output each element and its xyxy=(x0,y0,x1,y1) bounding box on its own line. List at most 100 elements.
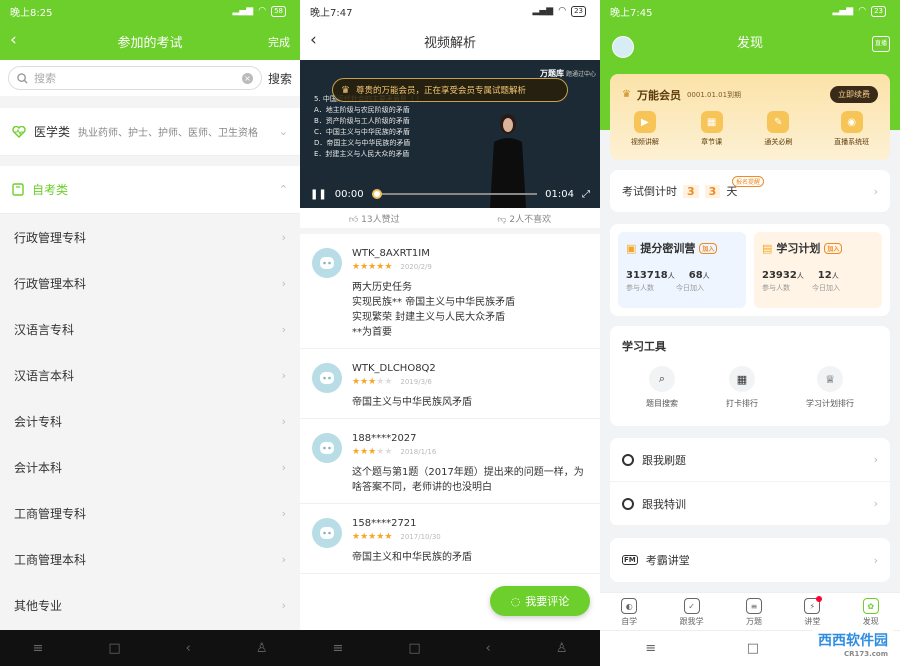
tool-icon: ♕ xyxy=(817,366,843,392)
signup-reminder-badge[interactable]: 报名提醒 xyxy=(732,176,765,187)
star-icon: ★ xyxy=(352,447,361,457)
major-item-label: 会计专科 xyxy=(14,414,63,429)
home-icon[interactable]: □ xyxy=(408,641,420,656)
back-icon[interactable]: ‹ xyxy=(310,31,317,49)
tab-item[interactable]: ✓ 跟我学 xyxy=(680,598,704,627)
back-sys-icon[interactable]: ‹ xyxy=(486,641,491,656)
comment-body: WTK_8AXRT1IM ★★★★★ 2020/2/9 两大历史任务 实现民族** 帝… xyxy=(352,248,588,340)
option-text: C．中国主义与中华民族的矛盾 xyxy=(314,128,410,136)
join-badge: 加入 xyxy=(824,242,843,254)
tab-label: 万题 xyxy=(745,617,762,626)
crown-icon: ♛ xyxy=(622,89,631,100)
avatar[interactable] xyxy=(312,518,342,548)
fullscreen-icon[interactable]: ⤢ xyxy=(582,189,590,200)
search-bar: 搜索 × 搜索 xyxy=(0,60,300,96)
renew-button[interactable]: 立即续费 xyxy=(830,86,878,103)
vip-benefit-item[interactable]: ◉ 直播系统班 xyxy=(834,111,869,147)
menu-icon[interactable]: ≡ xyxy=(32,641,43,656)
vip-benefit-item[interactable]: ✎ 通关必刷 xyxy=(764,111,792,147)
back-icon[interactable]: ‹ xyxy=(10,31,17,49)
avatar[interactable] xyxy=(312,363,342,393)
major-item[interactable]: 工商管理本科 › xyxy=(0,536,300,582)
category-selfstudy[interactable]: 自考类 ⌃ xyxy=(0,166,300,214)
live-icon[interactable]: 直播 xyxy=(872,36,890,52)
tab-label: 跟我学 xyxy=(679,617,704,626)
chevron-right-icon: › xyxy=(281,598,286,612)
comment-item: WTK_8AXRT1IM ★★★★★ 2020/2/9 两大历史任务 实现民族** 帝… xyxy=(300,234,600,349)
tab-bar: ◐ 自学 ✓ 跟我学 ≡ 万题 ⚡ 讲堂 ✿ 发现 xyxy=(600,592,900,632)
done-button[interactable]: 完成 xyxy=(268,34,290,50)
vip-card[interactable]: ♛ 万能会员 0001.01.01到期 立即续费 ▶ 视频讲解 ▦ 章节课 ✎ 通关必刷 ◉… xyxy=(610,74,890,160)
category-medical-title: 医学类 xyxy=(34,125,71,139)
star-icon: ★ xyxy=(352,262,361,272)
thumbs-up-icon: 👍︎ xyxy=(348,214,359,225)
plan-card[interactable]: ▤ 学习计划 加入 23932人 12人 参与人数 今日加入 xyxy=(754,232,882,308)
write-comment-button[interactable]: ◌ 我要评论 xyxy=(490,586,590,616)
camp-title: 提分密训营 xyxy=(640,242,696,255)
vip-title: 万能会员 xyxy=(636,88,681,102)
like-button[interactable]: 👍︎ 13人赞过 xyxy=(349,212,400,225)
comment-text: 两大历史任务 实现民族** 帝国主义与中华民族矛盾 实现繁荣 封建主义与人民大众… xyxy=(352,282,516,338)
progress-handle[interactable] xyxy=(371,189,382,199)
tool-item[interactable]: ▦ 打卡排行 xyxy=(726,366,758,409)
follow-row[interactable]: 跟我刷题 › xyxy=(610,438,890,482)
home-icon[interactable]: □ xyxy=(747,641,759,656)
tab-item[interactable]: ◐ 自学 xyxy=(621,598,638,627)
exam-countdown[interactable]: 考试倒计时 3 3 天 报名提醒 › xyxy=(610,170,890,212)
camp-card[interactable]: ▣ 提分密训营 加入 313718人 68人 参与人数 今日加入 xyxy=(618,232,746,308)
benefit-label: 视频讲解 xyxy=(630,138,659,146)
comment-item: 158****2721 ★★★★★ 2017/10/30 帝国主义和中华民族的矛盾 xyxy=(300,504,600,574)
major-item[interactable]: 工商管理专科 › xyxy=(0,490,300,536)
wifi-icon: ◠ xyxy=(558,6,567,16)
clear-icon[interactable]: × xyxy=(241,72,253,84)
major-item[interactable]: 行政管理本科 › xyxy=(0,260,300,306)
major-item[interactable]: 会计本科 › xyxy=(0,444,300,490)
tab-item[interactable]: ✿ 发现 xyxy=(862,598,879,627)
search-input[interactable]: 搜索 × xyxy=(8,66,262,90)
major-item[interactable]: 行政管理专科 › xyxy=(0,214,300,260)
video-controls: ❚❚ 00:00 01:04 ⤢ xyxy=(300,180,600,208)
pause-icon[interactable]: ❚❚ xyxy=(310,189,327,200)
tool-item[interactable]: ♕ 学习计划排行 xyxy=(806,366,854,409)
search-button[interactable]: 搜索 xyxy=(268,70,292,87)
comment-text: 帝国主义与中华民族风矛盾 xyxy=(352,397,472,408)
vip-benefit-item[interactable]: ▦ 章节课 xyxy=(700,111,723,147)
vip-benefit-item[interactable]: ▶ 视频讲解 xyxy=(631,111,659,147)
star-icon: ★ xyxy=(360,447,369,457)
rating-stars: ★★★★★ xyxy=(352,262,392,272)
progress-track[interactable] xyxy=(371,189,538,199)
tool-item[interactable]: ⌕ 题目搜索 xyxy=(646,366,678,409)
category-medical[interactable]: 医学类 执业药师、护士、护师、医师、卫生资格 ⌄ xyxy=(0,108,300,156)
vote-row: 👍︎ 13人赞过 👎︎ 2人不喜欢 xyxy=(300,208,600,234)
menu-icon[interactable]: ≡ xyxy=(645,641,656,656)
wifi-icon: ◠ xyxy=(858,6,867,16)
chevron-down-icon: ⌄ xyxy=(278,125,288,138)
tab-item[interactable]: ⚡ 讲堂 xyxy=(804,596,823,627)
major-item[interactable]: 会计专科 › xyxy=(0,398,300,444)
avatar[interactable] xyxy=(312,248,342,278)
dislike-count: 2人不喜欢 xyxy=(509,214,552,225)
live-label: 直播 xyxy=(874,40,887,47)
major-item-label: 工商管理本科 xyxy=(14,552,87,567)
back-sys-icon[interactable]: ‹ xyxy=(186,641,191,656)
major-item-label: 汉语言本科 xyxy=(14,368,75,383)
accessibility-icon[interactable]: ♙ xyxy=(556,641,568,656)
follow-row[interactable]: 跟我特训 › xyxy=(610,482,890,526)
lecture-row[interactable]: FM 考霸讲堂 › xyxy=(610,538,890,582)
major-item[interactable]: 其他专业 › xyxy=(0,582,300,628)
star-icon: ★ xyxy=(360,262,369,272)
tab-item[interactable]: ≡ 万题 xyxy=(745,598,762,627)
follow-label: 跟我刷题 xyxy=(642,453,686,467)
home-icon[interactable]: □ xyxy=(108,641,120,656)
star-icon: ★ xyxy=(384,262,393,272)
video-player[interactable]: 万题库 题通过中心 5. 中国近代社会的主要矛盾是（ ） A．地主阶级与农民阶级… xyxy=(300,60,600,208)
accessibility-icon[interactable]: ♙ xyxy=(256,641,268,656)
major-item[interactable]: 汉语言本科 › xyxy=(0,352,300,398)
chevron-right-icon: › xyxy=(281,276,286,290)
major-item[interactable]: 汉语言专科 › xyxy=(0,306,300,352)
dislike-button[interactable]: 👎︎ 2人不喜欢 xyxy=(497,212,551,225)
avatar[interactable] xyxy=(612,36,634,58)
menu-icon[interactable]: ≡ xyxy=(332,641,343,656)
tab-label: 讲堂 xyxy=(804,617,821,626)
avatar[interactable] xyxy=(312,433,342,463)
